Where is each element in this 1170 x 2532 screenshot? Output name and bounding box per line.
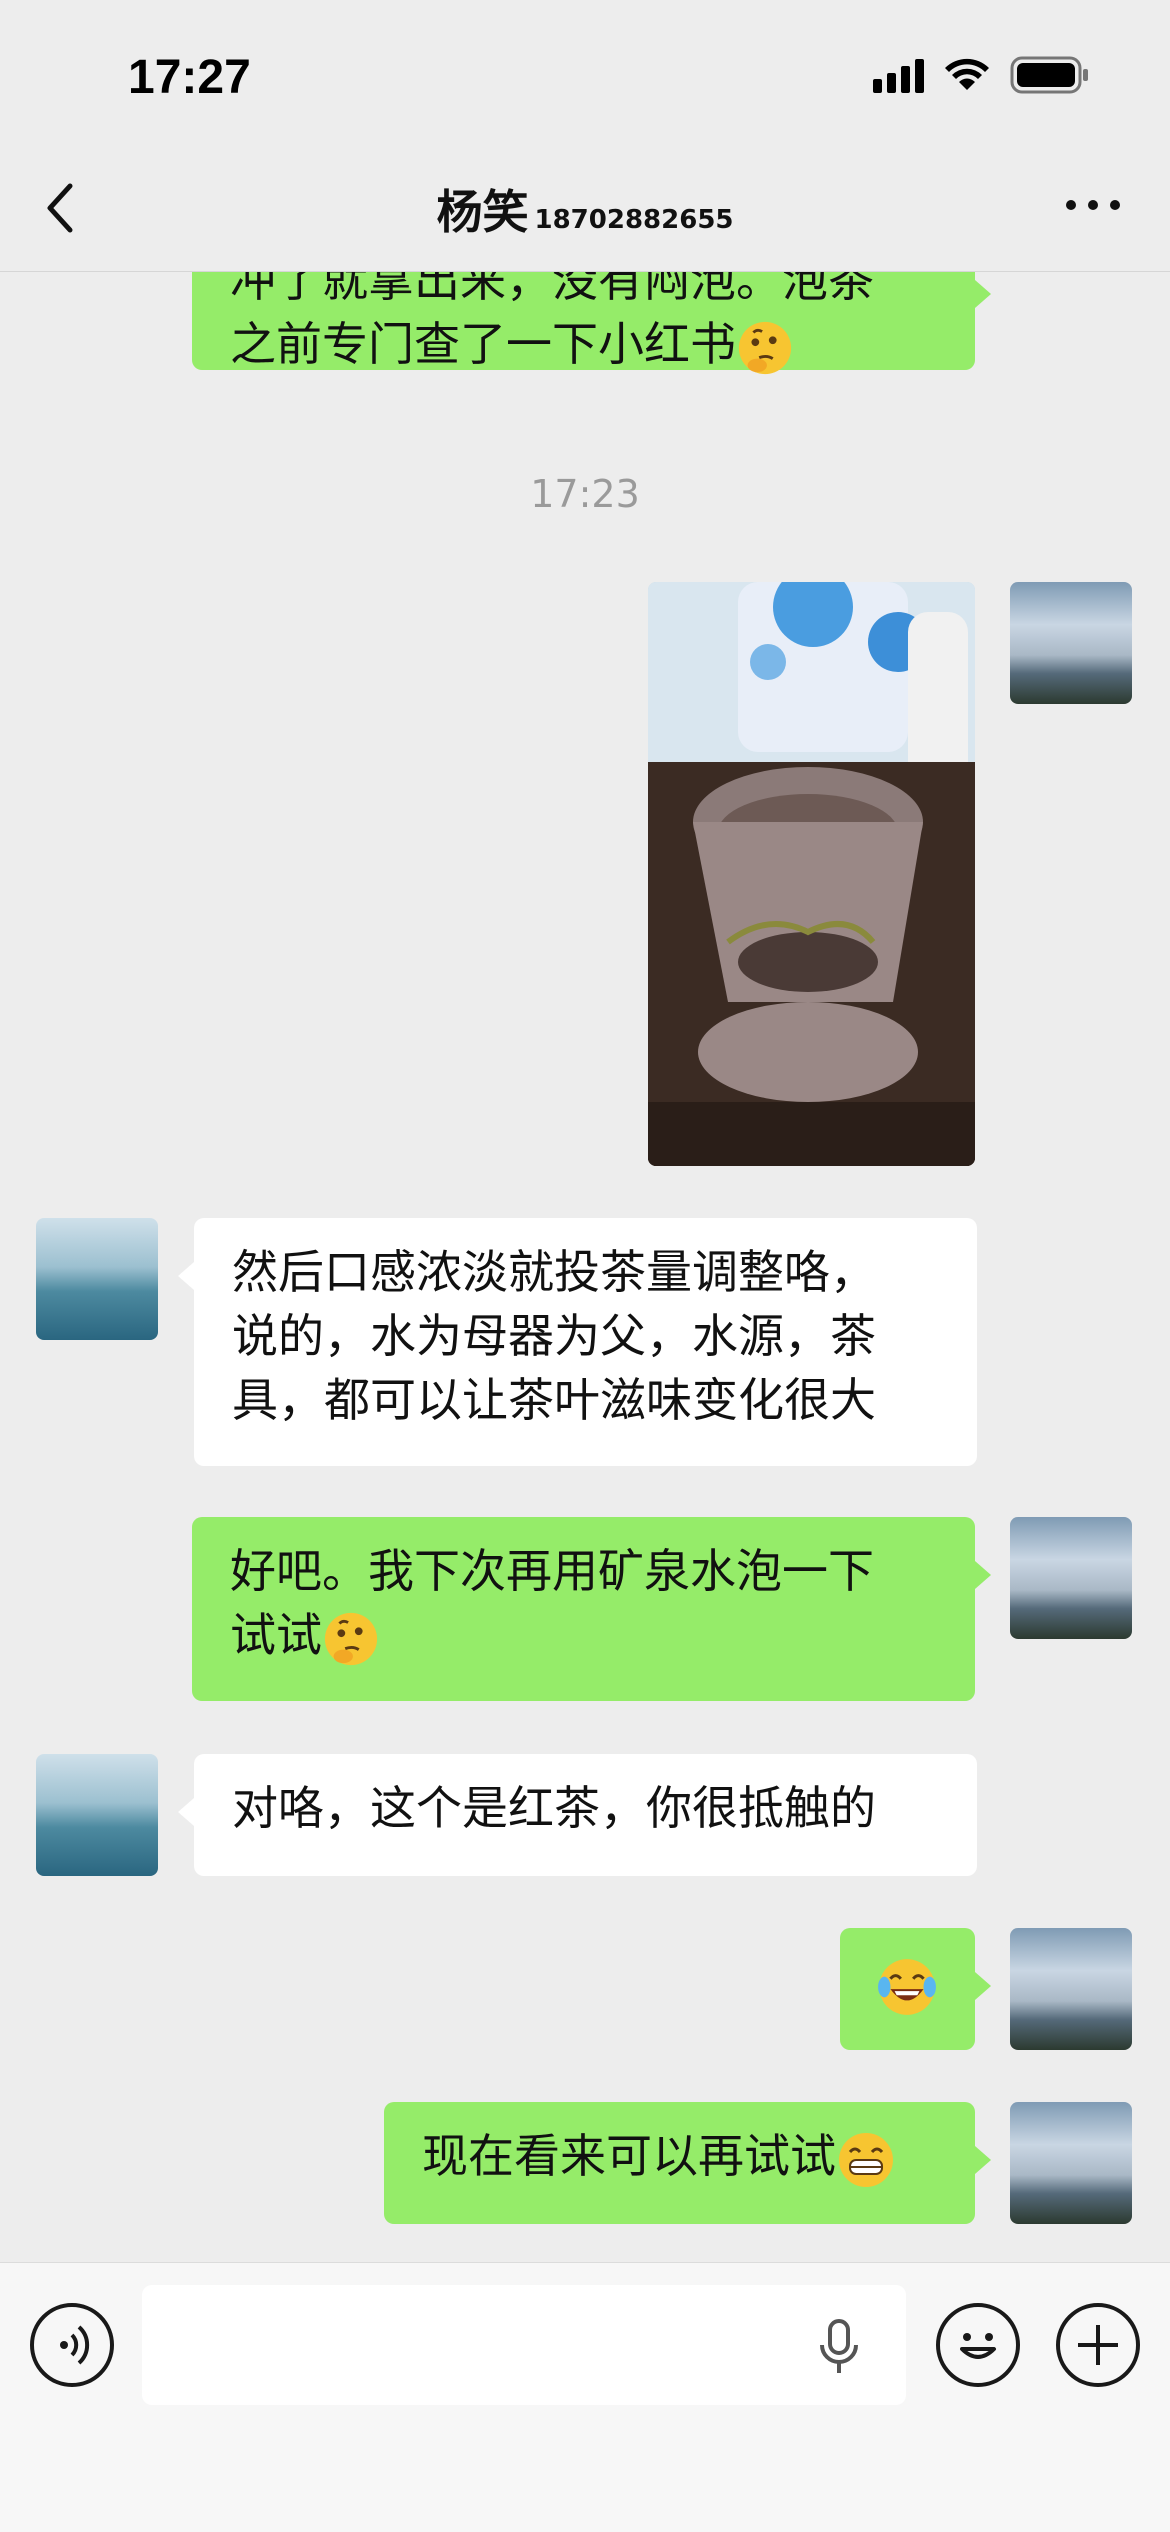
cellular-signal-icon	[873, 57, 924, 93]
microphone-icon[interactable]	[816, 2319, 862, 2379]
tea-infuser-photo	[648, 582, 975, 1166]
wifi-icon	[944, 58, 990, 92]
message-text-line: 具，都可以让茶叶滋味变化很大	[232, 1373, 876, 1427]
chat-title: 杨笑 18702882655	[0, 176, 1170, 242]
input-bar	[0, 2262, 1170, 2532]
my-avatar[interactable]	[1010, 1928, 1132, 2050]
message-bubble-received[interactable]: 然后口感浓淡就投茶量调整咯， 说的，水为母器为父，水源，茶 具，都可以让茶叶滋味…	[178, 1218, 977, 1466]
message-bubble-sent[interactable]	[840, 1928, 991, 2050]
contact-avatar[interactable]	[36, 1218, 158, 1340]
thinking-emoji-icon	[324, 1612, 378, 1665]
laughing-tears-emoji-icon	[878, 1959, 936, 2015]
message-text-line: 现在看来可以再试试	[422, 2129, 836, 2183]
contact-avatar[interactable]	[36, 1754, 158, 1876]
message-text-line: 冲了就拿出来，没有闷泡。泡茶	[230, 272, 874, 307]
voice-wave-icon	[60, 2325, 90, 2365]
message-text-line: 对咯，这个是红茶，你很抵触的	[232, 1781, 876, 1835]
voice-input-button[interactable]	[30, 2303, 114, 2387]
message-bubble-sent[interactable]: 好吧。我下次再用矿泉水泡一下 试试	[192, 1517, 991, 1701]
sent-image-message[interactable]	[648, 582, 975, 1166]
message-text-line: 好吧。我下次再用矿泉水泡一下	[230, 1544, 874, 1598]
plus-icon	[1078, 2325, 1118, 2365]
emoji-picker-button[interactable]	[936, 2303, 1020, 2387]
my-avatar[interactable]	[1010, 582, 1132, 704]
message-list[interactable]: 冲了就拿出来，没有闷泡。泡茶 之前专门查了一下小红书 17:23 然后口感浓淡就…	[0, 272, 1170, 2262]
more-dot-icon	[1066, 200, 1076, 210]
grinning-emoji-icon	[839, 2132, 893, 2187]
my-avatar[interactable]	[1010, 2102, 1132, 2224]
thinking-emoji-icon	[738, 321, 792, 374]
message-text-line: 然后口感浓淡就投茶量调整咯，	[232, 1245, 876, 1299]
message-input[interactable]	[142, 2285, 906, 2405]
message-bubble-sent[interactable]: 冲了就拿出来，没有闷泡。泡茶 之前专门查了一下小红书	[192, 272, 991, 374]
message-bubble-sent[interactable]: 现在看来可以再试试	[384, 2102, 991, 2224]
status-time: 17:27	[128, 51, 251, 104]
message-timestamp: 17:23	[530, 472, 640, 516]
message-text-line: 试试	[230, 1608, 322, 1662]
smiley-icon	[960, 2333, 996, 2359]
battery-icon	[1010, 56, 1090, 94]
contact-phone: 18702882655	[534, 205, 734, 235]
my-avatar[interactable]	[1010, 1517, 1132, 1639]
more-options-button[interactable]	[1066, 200, 1120, 210]
message-text-line: 说的，水为母器为父，水源，茶	[232, 1309, 876, 1363]
more-actions-button[interactable]	[1056, 2303, 1140, 2387]
message-text-line: 之前专门查了一下小红书	[230, 317, 736, 371]
message-bubble-received[interactable]: 对咯，这个是红茶，你很抵触的	[178, 1754, 977, 1876]
contact-name: 杨笑	[436, 185, 529, 239]
status-bar: 17:27	[0, 0, 1170, 150]
status-icons	[873, 56, 1090, 94]
chat-header: 杨笑 18702882655	[0, 150, 1170, 272]
